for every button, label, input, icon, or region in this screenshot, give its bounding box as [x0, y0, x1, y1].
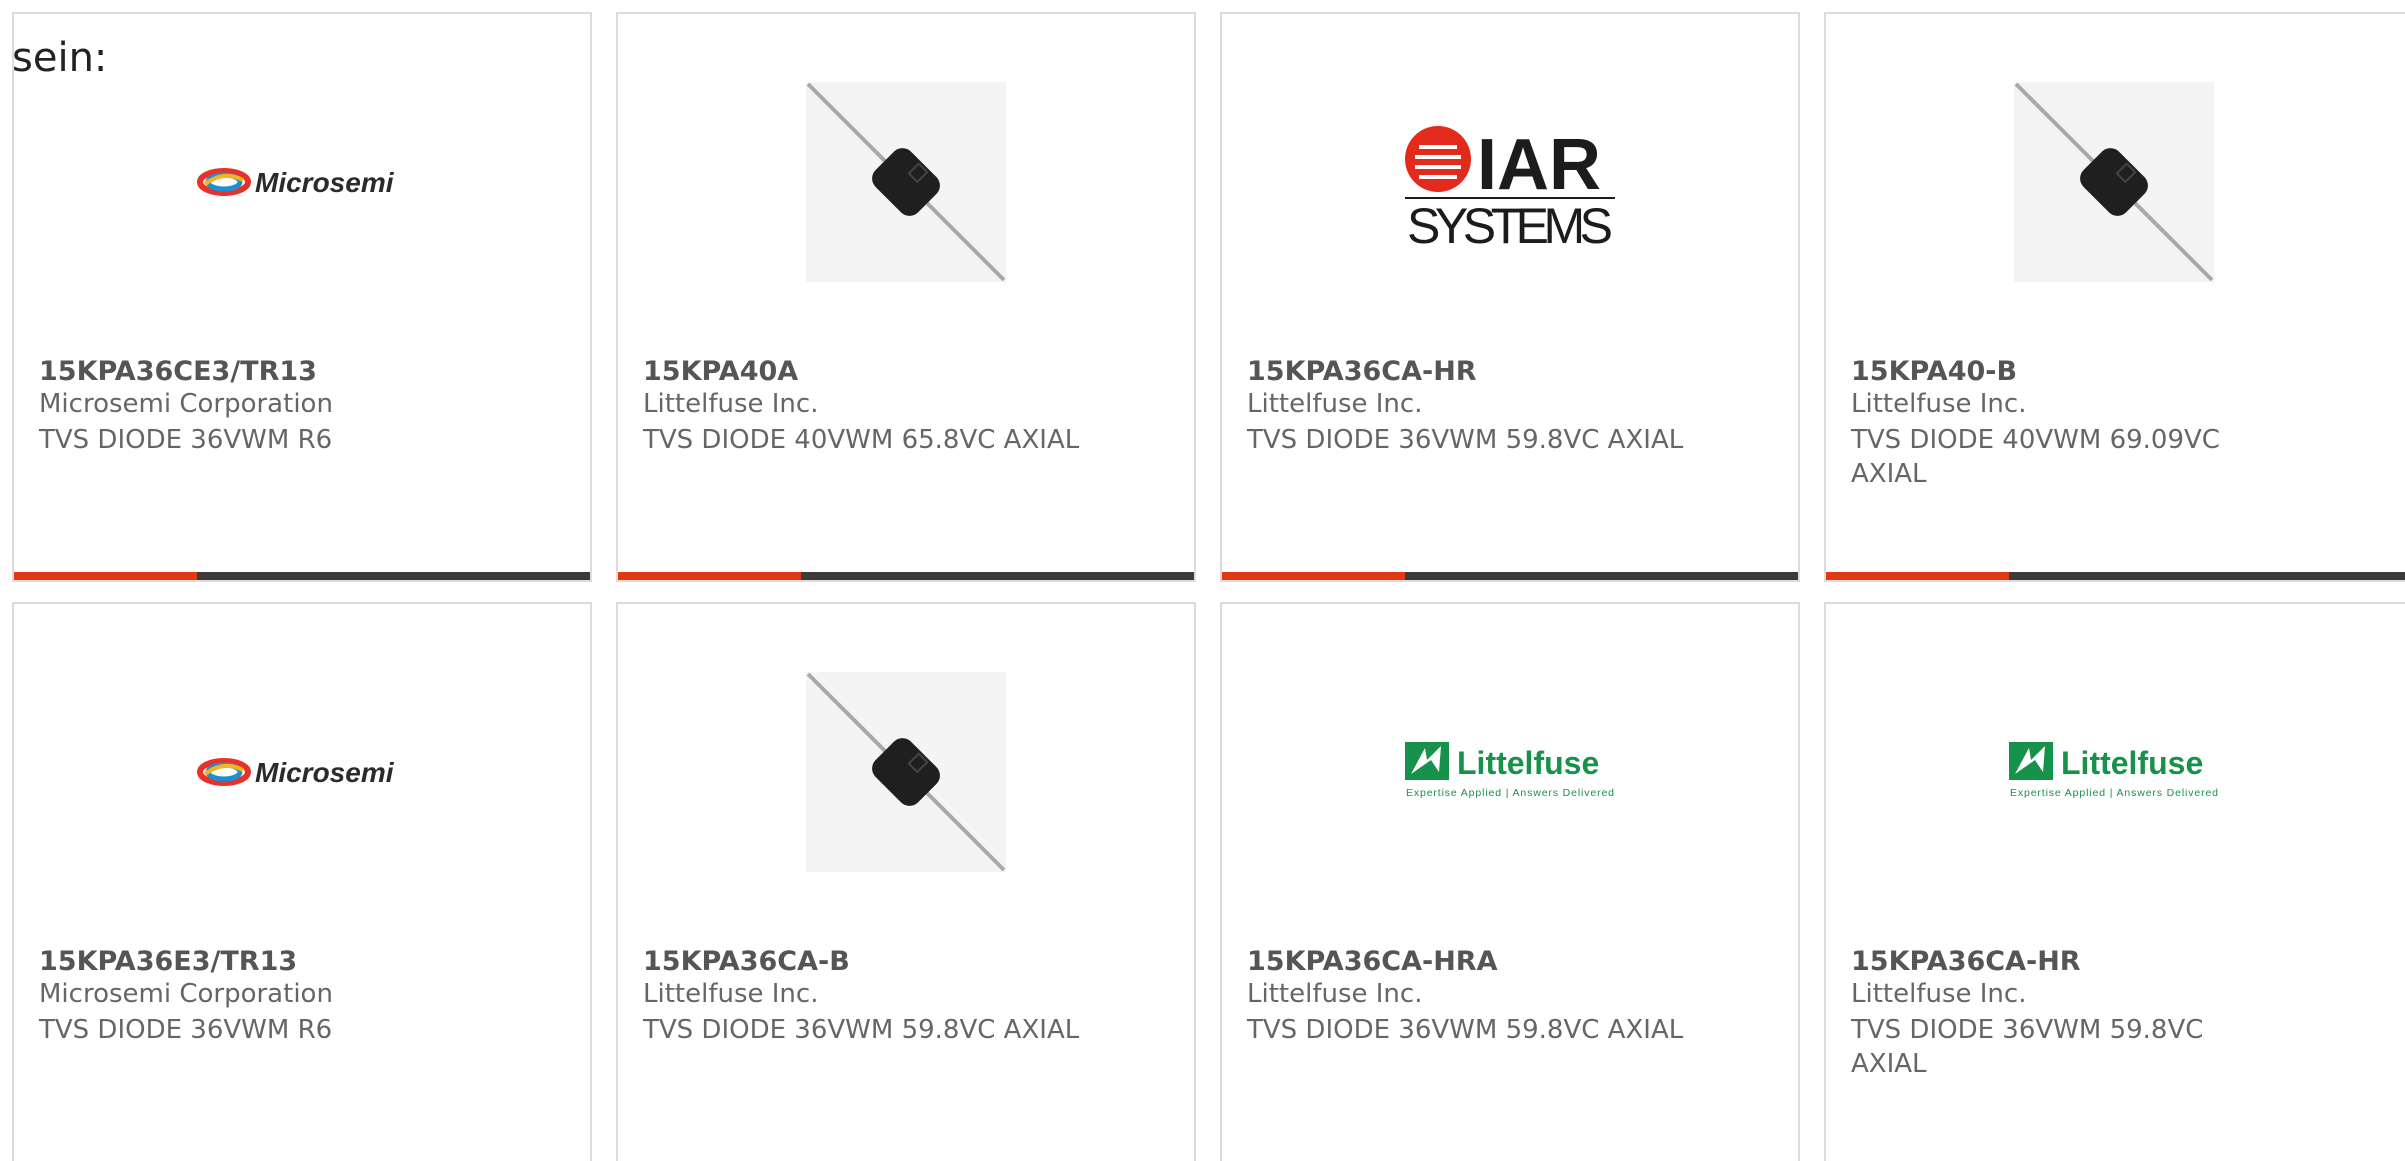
part-number-link[interactable]: 15KPA36CA-HRA	[1247, 946, 1497, 977]
part-number-link[interactable]: 15KPA40A	[643, 356, 798, 387]
part-number-link[interactable]: 15KPA36CA-HR	[1851, 946, 2081, 977]
manufacturer-name: Littelfuse Inc.	[1247, 979, 1423, 1009]
manufacturer-name: Littelfuse Inc.	[1851, 389, 2027, 419]
svg-text:Microsemi: Microsemi	[255, 757, 395, 788]
manufacturer-name: Littelfuse Inc.	[643, 389, 819, 419]
svg-text:Expertise Applied | Answers De: Expertise Applied | Answers Delivered	[1406, 787, 1614, 799]
product-card[interactable]: 15KPA36CA-B Littelfuse Inc. TVS DIODE 36…	[616, 602, 1196, 1161]
product-description: TVS DIODE 40VWM 65.8VC AXIAL	[643, 425, 1080, 455]
manufacturer-name: Littelfuse Inc.	[643, 979, 819, 1009]
littelfuse-logo-icon: Littelfuse Expertise Applied | Answers D…	[1826, 672, 2402, 872]
manufacturer-name: Littelfuse Inc.	[1247, 389, 1423, 419]
product-card[interactable]: Littelfuse Expertise Applied | Answers D…	[1220, 602, 1800, 1161]
card-accent-bar	[14, 572, 590, 580]
card-accent-bar	[1826, 572, 2405, 580]
product-card[interactable]: IAR SYSTEMS 15KPA36CA-HR Littelfuse Inc.…	[1220, 12, 1800, 582]
part-number-link[interactable]: 15KPA40-B	[1851, 356, 2017, 387]
littelfuse-logo-icon: Littelfuse Expertise Applied | Answers D…	[1222, 672, 1798, 872]
manufacturer-name: Microsemi Corporation	[39, 389, 333, 419]
card-accent-bar	[1222, 572, 1798, 580]
svg-text:IAR: IAR	[1477, 125, 1601, 205]
part-number-link[interactable]: 15KPA36CA-B	[643, 946, 850, 977]
card-accent-bar	[618, 572, 1194, 580]
product-description: TVS DIODE 36VWM 59.8VC AXIAL	[1247, 425, 1684, 455]
svg-text:Littelfuse: Littelfuse	[2061, 745, 2203, 781]
axial-diode-icon	[618, 82, 1194, 282]
product-card[interactable]: Microsemi 15KPA36CE3/TR13 Microsemi Corp…	[12, 12, 592, 582]
product-grid-page: sein: Microsemi 15KPA36CE3/TR13 Microsem…	[0, 0, 2405, 1161]
iar-systems-logo-icon: IAR SYSTEMS	[1222, 82, 1798, 282]
product-card[interactable]: 15KPA40A Littelfuse Inc. TVS DIODE 40VWM…	[616, 12, 1196, 582]
manufacturer-name: Littelfuse Inc.	[1851, 979, 2027, 1009]
part-number-link[interactable]: 15KPA36CA-HR	[1247, 356, 1477, 387]
svg-text:Littelfuse: Littelfuse	[1457, 745, 1599, 781]
product-description: TVS DIODE 36VWM 59.8VC AXIAL	[643, 1015, 1080, 1045]
product-description: TVS DIODE 36VWM R6	[39, 1015, 333, 1045]
product-description: TVS DIODE 36VWM 59.8VC AXIAL	[1851, 1015, 2204, 1079]
microsemi-logo-icon: Microsemi	[14, 672, 590, 872]
axial-diode-icon	[1826, 82, 2402, 282]
product-description: TVS DIODE 40VWM 69.09VC AXIAL	[1851, 425, 2220, 489]
product-card[interactable]: Microsemi 15KPA36E3/TR13 Microsemi Corpo…	[12, 602, 592, 1161]
lead-text: sein:	[12, 35, 108, 81]
product-card[interactable]: 15KPA40-B Littelfuse Inc. TVS DIODE 40VW…	[1824, 12, 2405, 582]
manufacturer-name: Microsemi Corporation	[39, 979, 333, 1009]
product-description: TVS DIODE 36VWM R6	[39, 425, 333, 455]
axial-diode-icon	[618, 672, 1194, 872]
svg-text:SYSTEMS: SYSTEMS	[1407, 198, 1613, 247]
product-description: TVS DIODE 36VWM 59.8VC AXIAL	[1247, 1015, 1684, 1045]
svg-text:Microsemi: Microsemi	[255, 167, 395, 198]
part-number-link[interactable]: 15KPA36E3/TR13	[39, 946, 297, 977]
part-number-link[interactable]: 15KPA36CE3/TR13	[39, 356, 317, 387]
microsemi-logo-icon: Microsemi	[14, 82, 590, 282]
svg-text:Expertise Applied | Answers De: Expertise Applied | Answers Delivered	[2010, 787, 2218, 799]
product-card[interactable]: Littelfuse Expertise Applied | Answers D…	[1824, 602, 2405, 1161]
